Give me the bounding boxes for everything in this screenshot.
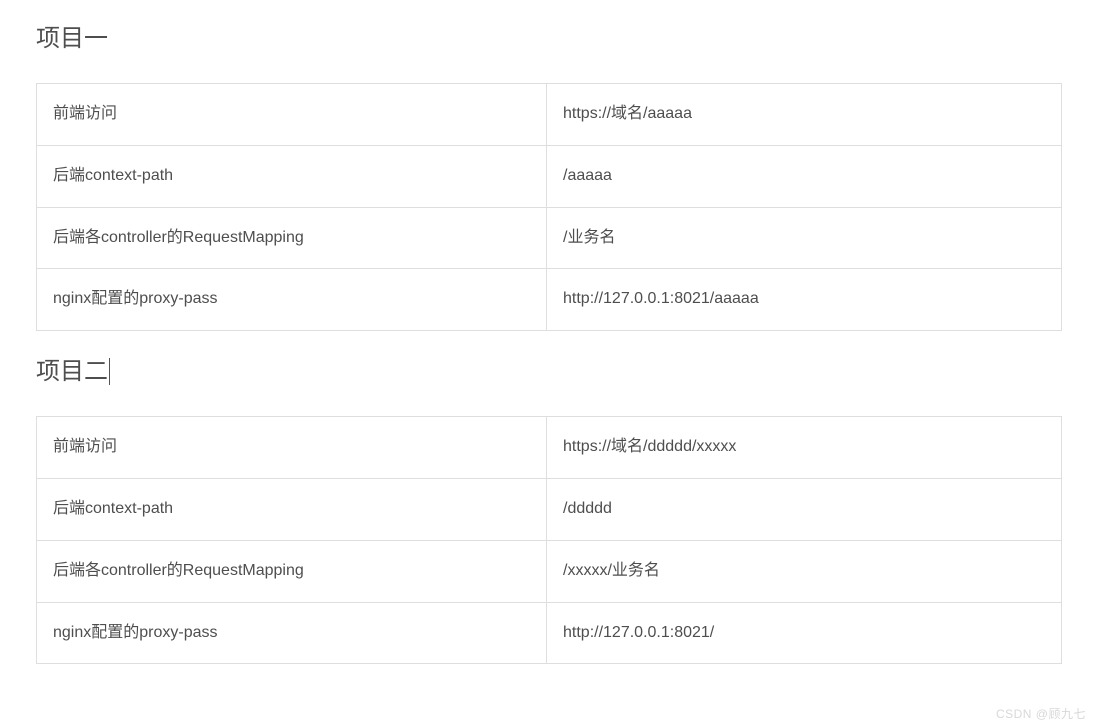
cell-value: /xxxxx/业务名: [547, 540, 1062, 602]
cell-label: 后端context-path: [37, 145, 547, 207]
cell-value: http://127.0.0.1:8021/: [547, 602, 1062, 664]
table-row: nginx配置的proxy-pass http://127.0.0.1:8021…: [37, 269, 1062, 331]
cell-label: 后端各controller的RequestMapping: [37, 540, 547, 602]
table-row: 前端访问 https://域名/ddddd/xxxxx: [37, 417, 1062, 479]
table-row: 后端各controller的RequestMapping /xxxxx/业务名: [37, 540, 1062, 602]
cell-value: http://127.0.0.1:8021/aaaaa: [547, 269, 1062, 331]
watermark-text: CSDN @顾九七: [996, 705, 1086, 722]
section1-heading: 项目一: [36, 18, 1062, 53]
cell-label: 前端访问: [37, 84, 547, 146]
cell-value: https://域名/ddddd/xxxxx: [547, 417, 1062, 479]
section2-table: 前端访问 https://域名/ddddd/xxxxx 后端context-pa…: [36, 416, 1062, 664]
cell-value: https://域名/aaaaa: [547, 84, 1062, 146]
table-row: 后端context-path /ddddd: [37, 478, 1062, 540]
table-row: nginx配置的proxy-pass http://127.0.0.1:8021…: [37, 602, 1062, 664]
cell-label: 前端访问: [37, 417, 547, 479]
section2-heading: 项目二: [36, 351, 1062, 386]
table-row: 前端访问 https://域名/aaaaa: [37, 84, 1062, 146]
cell-label: nginx配置的proxy-pass: [37, 602, 547, 664]
table-row: 后端各controller的RequestMapping /业务名: [37, 207, 1062, 269]
cell-label: 后端各controller的RequestMapping: [37, 207, 547, 269]
cell-value: /ddddd: [547, 478, 1062, 540]
section2-title-text: 项目二: [36, 358, 110, 385]
cell-value: /aaaaa: [547, 145, 1062, 207]
table-row: 后端context-path /aaaaa: [37, 145, 1062, 207]
cell-value: /业务名: [547, 207, 1062, 269]
section1-table: 前端访问 https://域名/aaaaa 后端context-path /aa…: [36, 83, 1062, 331]
cell-label: 后端context-path: [37, 478, 547, 540]
cell-label: nginx配置的proxy-pass: [37, 269, 547, 331]
